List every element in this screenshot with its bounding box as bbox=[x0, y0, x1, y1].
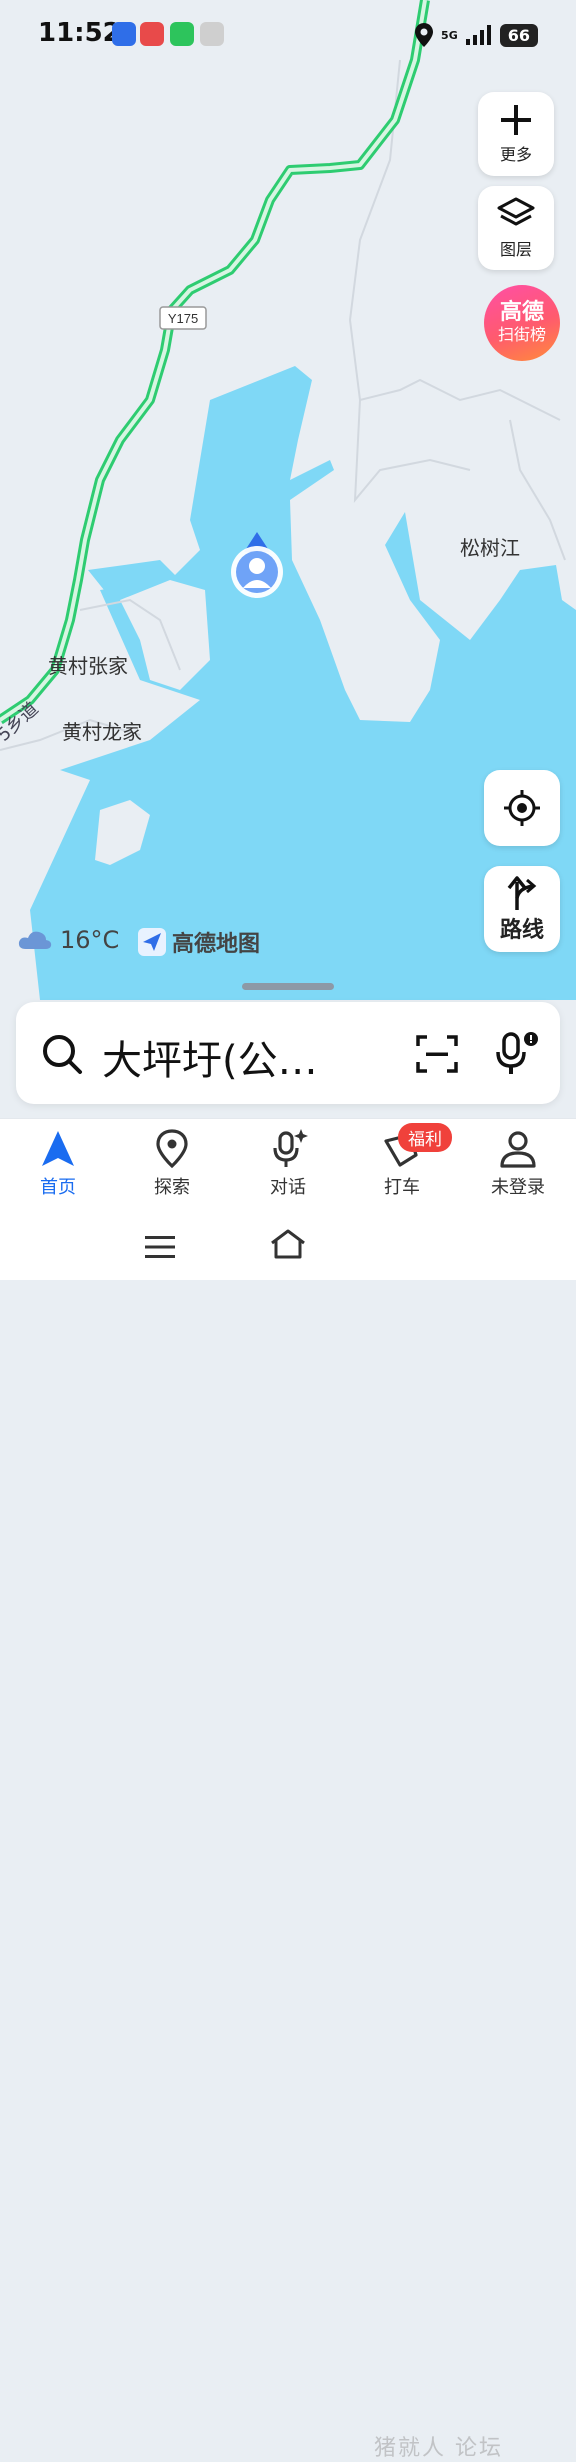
layers-button[interactable]: 图层 bbox=[478, 186, 554, 270]
route-button[interactable]: 路线 bbox=[484, 866, 560, 952]
menu-icon[interactable] bbox=[143, 1234, 177, 1260]
search-input[interactable]: 大坪圩(公… bbox=[102, 1028, 372, 1086]
nav-chat-label: 对话 bbox=[270, 1177, 306, 1198]
temperature: 16°C bbox=[60, 926, 120, 954]
bottom-navigation: 首页 探索 对话 打车 未登录 福利 bbox=[0, 1118, 576, 1215]
road-shield-label: Y175 bbox=[168, 311, 198, 326]
network-type: 5G bbox=[441, 28, 458, 42]
place-label-huangcun-zhangjia[interactable]: 黄村张家 bbox=[48, 650, 128, 679]
home-arrow-icon bbox=[42, 1131, 74, 1166]
nav-chat[interactable]: 对话 bbox=[238, 1129, 338, 1199]
microphone-sparkle-icon bbox=[273, 1129, 308, 1167]
layers-label: 图层 bbox=[499, 240, 532, 259]
user-icon bbox=[500, 1131, 536, 1168]
crosshair-icon bbox=[504, 790, 540, 826]
ranking-title: 高德 bbox=[499, 300, 544, 325]
brand-logo: 高德地图 bbox=[138, 926, 260, 958]
watermark: 猪就人 论坛 bbox=[374, 2436, 503, 2461]
wechat-icon bbox=[170, 22, 194, 46]
amap-logo-icon bbox=[138, 928, 166, 956]
more-label: 更多 bbox=[499, 145, 532, 164]
nav-profile[interactable]: 未登录 bbox=[468, 1129, 568, 1199]
signal-icon bbox=[465, 25, 491, 45]
more-button[interactable]: 更多 bbox=[478, 92, 554, 176]
locate-me-button[interactable] bbox=[484, 770, 560, 846]
voice-search-icon[interactable] bbox=[494, 1030, 540, 1076]
street-ranking-button[interactable]: 高德 扫街榜 bbox=[484, 285, 560, 361]
ranking-subtitle: 扫街榜 bbox=[497, 325, 546, 344]
battery-indicator: 66 bbox=[499, 23, 538, 47]
benefit-badge: 福利 bbox=[398, 1123, 452, 1152]
place-label-songshujiang[interactable]: 松树江 bbox=[460, 532, 520, 561]
layers-icon bbox=[497, 197, 535, 226]
plus-icon bbox=[501, 105, 531, 135]
nav-explore[interactable]: 探索 bbox=[122, 1129, 222, 1199]
baidu-app-icon bbox=[112, 22, 136, 46]
scan-icon[interactable] bbox=[416, 1034, 458, 1074]
nav-home[interactable]: 首页 bbox=[8, 1129, 108, 1199]
location-pin-icon bbox=[415, 23, 434, 47]
weather-widget[interactable]: 16°C bbox=[18, 926, 119, 954]
search-box[interactable]: 大坪圩(公… bbox=[16, 1002, 560, 1104]
place-label-huangcun-longjia[interactable]: 黄村龙家 bbox=[62, 716, 142, 745]
route-label: 路线 bbox=[499, 918, 544, 943]
route-arrow-icon bbox=[507, 876, 537, 910]
nav-explore-label: 探索 bbox=[154, 1177, 190, 1198]
baidu-map-icon bbox=[140, 22, 164, 46]
status-bar: 11:52 5G 66 bbox=[0, 0, 576, 70]
nav-home-label: 首页 bbox=[40, 1177, 76, 1198]
nav-profile-label: 未登录 bbox=[491, 1177, 545, 1198]
cloud-icon bbox=[18, 931, 52, 949]
sheet-drag-handle[interactable] bbox=[242, 983, 334, 990]
status-indicators: 5G 66 bbox=[415, 18, 538, 52]
nav-taxi-label: 打车 bbox=[384, 1177, 420, 1198]
settings-icon bbox=[200, 22, 224, 46]
home-icon[interactable] bbox=[269, 1228, 307, 1260]
search-icon bbox=[43, 1035, 82, 1074]
system-navigation-bar: 猪就人 论坛 bbox=[0, 1214, 576, 2461]
clock: 11:52 bbox=[38, 18, 121, 48]
brand-name: 高德地图 bbox=[172, 932, 261, 957]
map-pin-icon bbox=[156, 1129, 188, 1169]
